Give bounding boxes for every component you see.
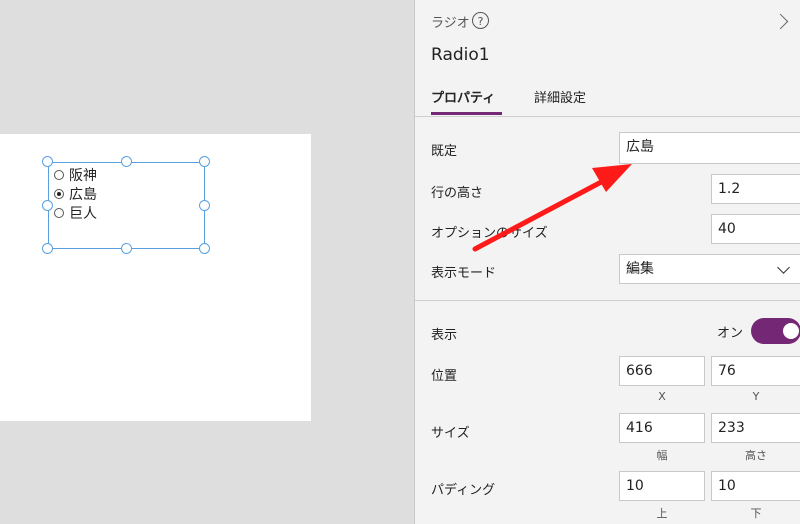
size-label: サイズ bbox=[431, 426, 470, 441]
padding-top-input[interactable]: 10 bbox=[619, 471, 705, 501]
line-height-label: 行の高さ bbox=[431, 186, 484, 201]
help-icon[interactable]: ? bbox=[472, 12, 489, 29]
option-size-input[interactable]: 40 bbox=[711, 214, 800, 244]
resize-handle-bottom-right[interactable] bbox=[199, 243, 210, 254]
section-divider bbox=[415, 300, 800, 301]
top-label: 上 bbox=[656, 507, 668, 520]
display-mode-value: 編集 bbox=[626, 261, 654, 277]
radio-unselected-icon bbox=[54, 170, 64, 180]
resize-handle-top-left[interactable] bbox=[42, 156, 53, 167]
radio-option[interactable]: 阪神 bbox=[54, 166, 97, 184]
radio-option[interactable]: 巨人 bbox=[54, 204, 97, 222]
radio-option-label: 巨人 bbox=[69, 206, 97, 222]
padding-bottom-input[interactable]: 10 bbox=[711, 471, 800, 501]
visible-state-label: オン bbox=[717, 326, 744, 341]
display-mode-dropdown[interactable]: 編集 bbox=[619, 254, 800, 284]
position-label: 位置 bbox=[431, 369, 458, 384]
resize-handle-bottom[interactable] bbox=[121, 243, 132, 254]
position-y-input[interactable]: 76 bbox=[711, 356, 800, 386]
line-height-input[interactable]: 1.2 bbox=[711, 174, 800, 204]
active-tab-indicator bbox=[431, 112, 502, 115]
height-label: 高さ bbox=[745, 449, 767, 462]
chevron-right-icon[interactable] bbox=[772, 13, 789, 30]
radio-option[interactable]: 広島 bbox=[54, 185, 97, 203]
width-label: 幅 bbox=[656, 449, 668, 462]
padding-label: パディング bbox=[431, 483, 496, 498]
radio-unselected-icon bbox=[54, 208, 64, 218]
visible-label: 表示 bbox=[431, 328, 458, 343]
properties-panel: ラジオ ? Radio1 プロパティ 詳細設定 既定 広島 行の高さ 1.2 オ… bbox=[414, 0, 800, 524]
x-label: X bbox=[658, 390, 666, 403]
resize-handle-bottom-left[interactable] bbox=[42, 243, 53, 254]
resize-handle-left[interactable] bbox=[42, 200, 53, 211]
resize-handle-top-right[interactable] bbox=[199, 156, 210, 167]
display-mode-label: 表示モード bbox=[431, 266, 497, 281]
bottom-label: 下 bbox=[750, 507, 762, 520]
visible-toggle[interactable] bbox=[751, 318, 800, 344]
resize-handle-right[interactable] bbox=[199, 200, 210, 211]
radio-option-label: 広島 bbox=[69, 187, 97, 203]
height-input[interactable]: 233 bbox=[711, 413, 800, 443]
width-input[interactable]: 416 bbox=[619, 413, 705, 443]
radio-selected-icon bbox=[54, 189, 64, 199]
tab-advanced[interactable]: 詳細設定 bbox=[534, 87, 586, 106]
default-input[interactable]: 広島 bbox=[619, 132, 800, 164]
toggle-knob bbox=[783, 323, 799, 339]
default-label: 既定 bbox=[431, 144, 458, 159]
radio-option-label: 阪神 bbox=[69, 168, 97, 184]
position-x-input[interactable]: 666 bbox=[619, 356, 705, 386]
control-name[interactable]: Radio1 bbox=[431, 45, 490, 65]
tab-properties[interactable]: プロパティ bbox=[431, 87, 495, 106]
panel-header: ラジオ ? Radio1 プロパティ 詳細設定 bbox=[415, 0, 800, 117]
option-size-label: オプションのサイズ bbox=[431, 226, 548, 241]
canvas-area bbox=[0, 0, 414, 524]
resize-handle-top[interactable] bbox=[121, 156, 132, 167]
y-label: Y bbox=[752, 390, 760, 403]
control-type-label: ラジオ bbox=[431, 16, 470, 31]
